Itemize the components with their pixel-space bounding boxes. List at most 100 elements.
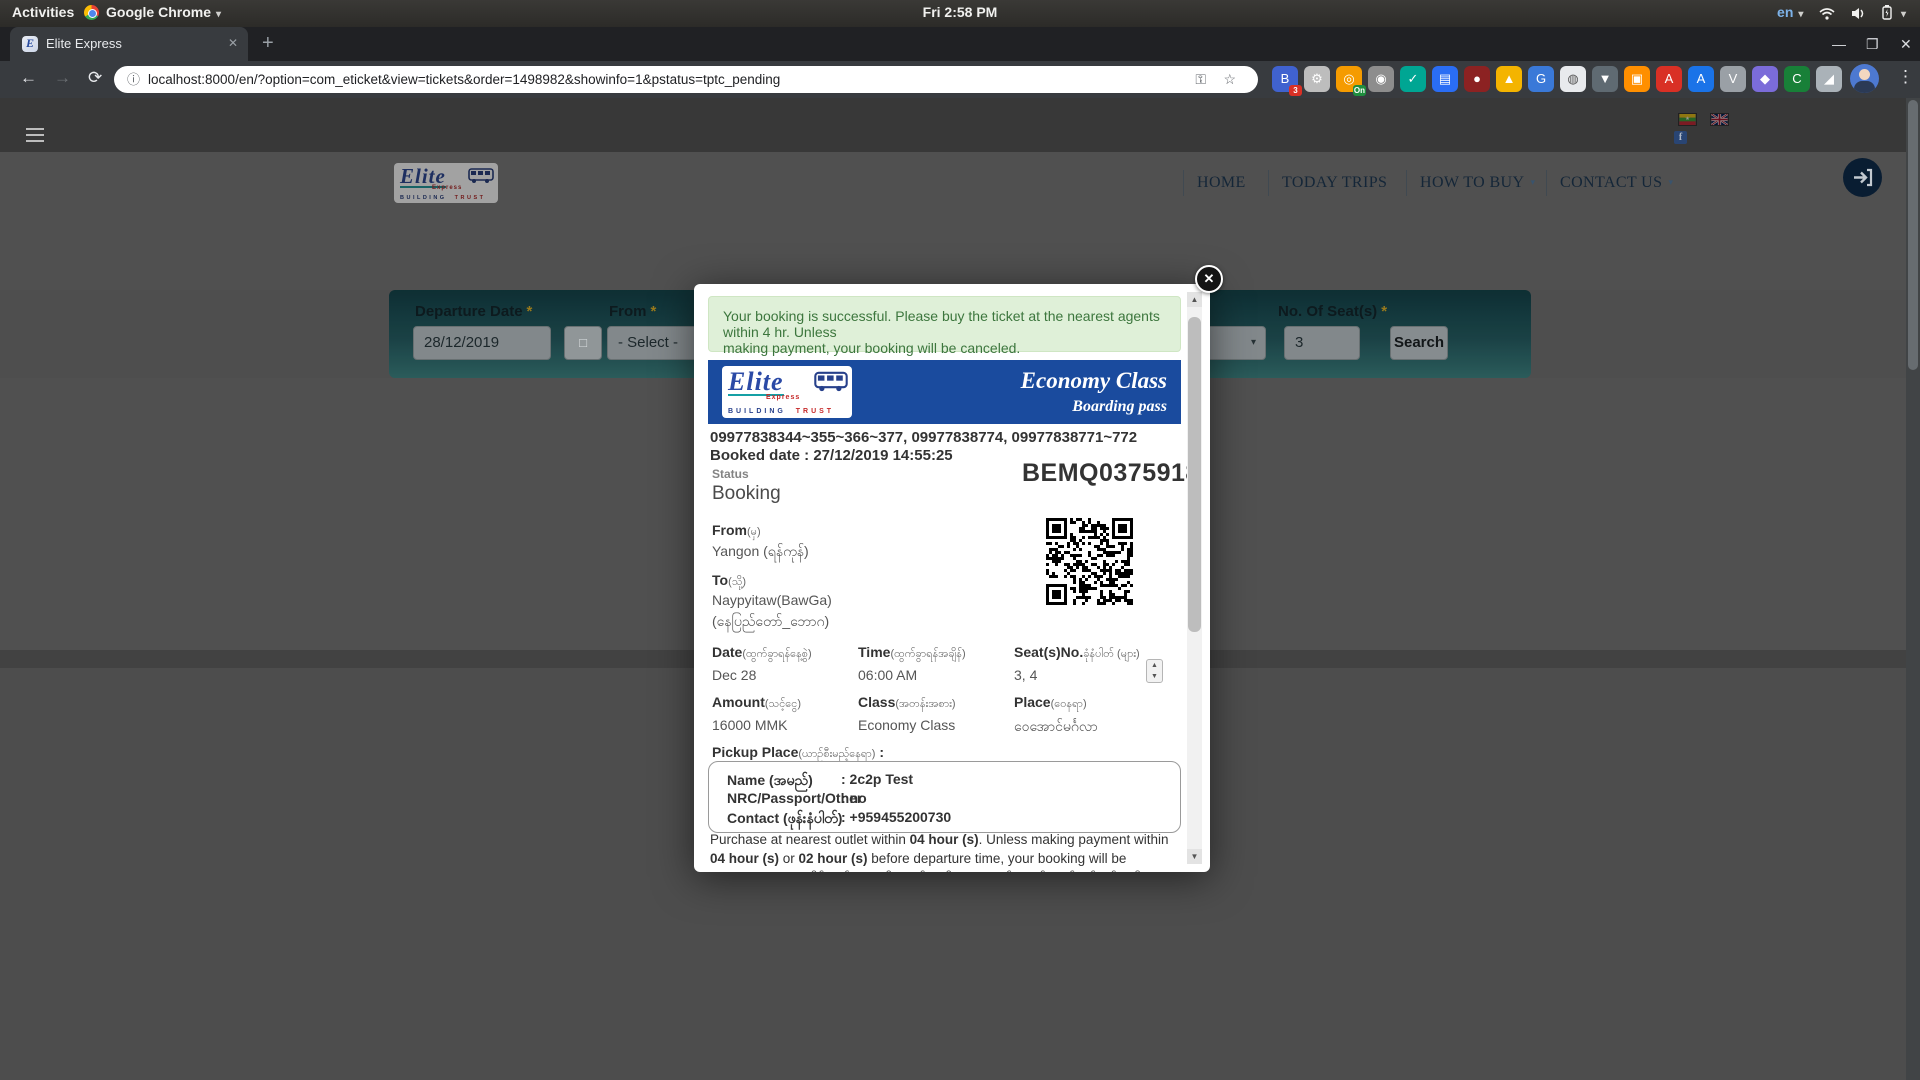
- clock[interactable]: Fri 2:58 PM: [923, 4, 998, 20]
- logo-brand-text: Elite: [728, 369, 784, 396]
- extension-glyph: ✓: [1400, 66, 1426, 92]
- extension-icon[interactable]: ◉: [1368, 66, 1394, 92]
- note-segment: 04 hour (s): [910, 832, 979, 847]
- spin-up-icon[interactable]: ▲: [1147, 660, 1162, 671]
- boarding-pass-subtitle: Boarding pass: [1072, 398, 1167, 416]
- seat-number-stepper[interactable]: ▲ ▼: [1146, 659, 1163, 683]
- extension-glyph: A: [1656, 66, 1682, 92]
- modal-scrollbar-thumb[interactable]: [1188, 317, 1201, 632]
- status-label: Status: [712, 467, 749, 481]
- url-bar[interactable]: ⓘ localhost:8000/en/?option=com_eticket&…: [114, 66, 1258, 93]
- extension-icon[interactable]: ◍: [1560, 66, 1586, 92]
- seat-field-value: 3, 4: [1014, 667, 1037, 683]
- scroll-down-icon[interactable]: ▼: [1187, 849, 1202, 864]
- to-field-value: Naypyitaw(BawGa): [712, 592, 832, 608]
- window-restore-button[interactable]: ❐: [1866, 36, 1879, 53]
- note-segment: ယခုအချိန်မှစ၍ ၀၄ နာရီအတွင်း အနီးဆုံးအေးဂ…: [775, 870, 1145, 872]
- extension-icon[interactable]: ◎On: [1336, 66, 1362, 92]
- extension-glyph: ◆: [1752, 66, 1778, 92]
- extension-glyph: ▣: [1624, 66, 1650, 92]
- note-segment: . Unless making payment within: [979, 832, 1169, 847]
- status-value: Booking: [712, 483, 781, 505]
- extension-icon[interactable]: A: [1656, 66, 1682, 92]
- logo-tagline-right: TRUST: [796, 408, 834, 415]
- modal-scrollbar[interactable]: ▲ ▼: [1187, 292, 1202, 864]
- note-segment: or: [779, 851, 799, 866]
- extension-glyph: ▤: [1432, 66, 1458, 92]
- class-field-label: Class(အတန်းအစား): [858, 694, 956, 713]
- language-indicator[interactable]: en: [1777, 4, 1793, 20]
- tab-elite-express[interactable]: E Elite Express ✕: [10, 27, 248, 61]
- extension-glyph: ●: [1464, 66, 1490, 92]
- window-minimize-button[interactable]: —: [1832, 36, 1846, 52]
- to-field-value-mm: (နေပြည်တော်_ဘောဂ): [712, 612, 829, 633]
- battery-icon: [1882, 5, 1892, 20]
- new-tab-button[interactable]: +: [262, 33, 274, 53]
- passenger-nrc-value: : no: [841, 790, 867, 806]
- extension-icon[interactable]: ●: [1464, 66, 1490, 92]
- amount-field-label: Amount(သင့်ငွေ): [712, 694, 801, 713]
- reload-button[interactable]: ⟳: [88, 68, 102, 88]
- chevron-down-icon: ▾: [1901, 9, 1906, 20]
- note-segment: Purchase at nearest outlet within: [710, 832, 910, 847]
- extension-icon[interactable]: ⚙: [1304, 66, 1330, 92]
- place-field-label: Place(ဝေနရာ): [1014, 694, 1087, 713]
- chevron-down-icon: ▾: [1798, 9, 1803, 20]
- wifi-icon: [1819, 8, 1835, 20]
- browser-menu-icon[interactable]: ⋮: [1897, 67, 1914, 87]
- date-field-label: Date(ထွက်ခွာရန်နေ့စွဲ): [712, 644, 812, 663]
- booked-date: Booked date : 27/12/2019 14:55:25: [710, 447, 953, 464]
- extension-glyph: ▼: [1592, 66, 1618, 92]
- chrome-logo-icon: [84, 5, 99, 20]
- extension-glyph: ⚙: [1304, 66, 1330, 92]
- date-field-value: Dec 28: [712, 667, 756, 683]
- extension-icon[interactable]: A: [1688, 66, 1714, 92]
- scroll-up-icon[interactable]: ▲: [1187, 292, 1202, 307]
- extension-glyph: ▲: [1496, 66, 1522, 92]
- activities-button[interactable]: Activities: [12, 4, 74, 20]
- forward-button[interactable]: →: [54, 68, 71, 88]
- tab-close-icon[interactable]: ✕: [228, 36, 238, 50]
- alert-text-line2: making payment, your booking will be can…: [723, 340, 1166, 356]
- system-tray[interactable]: en ▾ ▾: [1777, 4, 1906, 20]
- passenger-contact-value: : +959455200730: [841, 809, 951, 825]
- extension-icon[interactable]: ◆: [1752, 66, 1778, 92]
- qr-code: [1046, 518, 1133, 605]
- profile-avatar[interactable]: [1850, 64, 1879, 93]
- extension-icon[interactable]: ▲: [1496, 66, 1522, 92]
- spin-down-icon[interactable]: ▼: [1147, 671, 1162, 682]
- volume-icon: [1851, 7, 1866, 20]
- extension-glyph: ◉: [1368, 66, 1394, 92]
- purchase-note: Purchase at nearest outlet within 04 hou…: [710, 830, 1178, 872]
- passenger-name-value: : 2c2p Test: [841, 771, 913, 787]
- passenger-name-label: Name (အမည်): [727, 771, 813, 792]
- modal-close-button[interactable]: ✕: [1195, 265, 1223, 293]
- extension-icon[interactable]: ◢: [1816, 66, 1842, 92]
- bookmark-star-icon[interactable]: ☆: [1223, 66, 1236, 93]
- time-field-value: 06:00 AM: [858, 667, 917, 683]
- extension-icon[interactable]: ✓: [1400, 66, 1426, 92]
- extension-icon[interactable]: ▤: [1432, 66, 1458, 92]
- app-menu[interactable]: Google Chrome▾: [84, 4, 221, 20]
- chevron-down-icon: ▾: [216, 9, 221, 20]
- password-key-icon[interactable]: ⚿: [1195, 66, 1206, 93]
- extension-glyph: ◢: [1816, 66, 1842, 92]
- extension-icon[interactable]: ▣: [1624, 66, 1650, 92]
- extension-icon[interactable]: C: [1784, 66, 1810, 92]
- logo-tagline-left: BUILDING: [728, 408, 786, 415]
- back-button[interactable]: ←: [20, 68, 37, 88]
- site-info-icon[interactable]: ⓘ: [127, 66, 140, 93]
- logo-express-text: Express: [766, 394, 800, 401]
- extension-icon[interactable]: V: [1720, 66, 1746, 92]
- tab-favicon: E: [22, 36, 38, 52]
- extension-icon[interactable]: ▼: [1592, 66, 1618, 92]
- window-close-button[interactable]: ✕: [1900, 36, 1912, 53]
- to-field-label: To(သို့): [712, 572, 746, 591]
- extension-icon[interactable]: B3: [1272, 66, 1298, 92]
- time-field-label: Time(ထွက်ခွာရန်အချိန်): [858, 644, 966, 663]
- note-segment: 02 hour (s): [799, 851, 868, 866]
- tab-title: Elite Express: [46, 36, 122, 51]
- success-alert: Your booking is successful. Please buy t…: [708, 296, 1181, 352]
- alert-text-line1: Your booking is successful. Please buy t…: [723, 308, 1166, 340]
- extension-icon[interactable]: G: [1528, 66, 1554, 92]
